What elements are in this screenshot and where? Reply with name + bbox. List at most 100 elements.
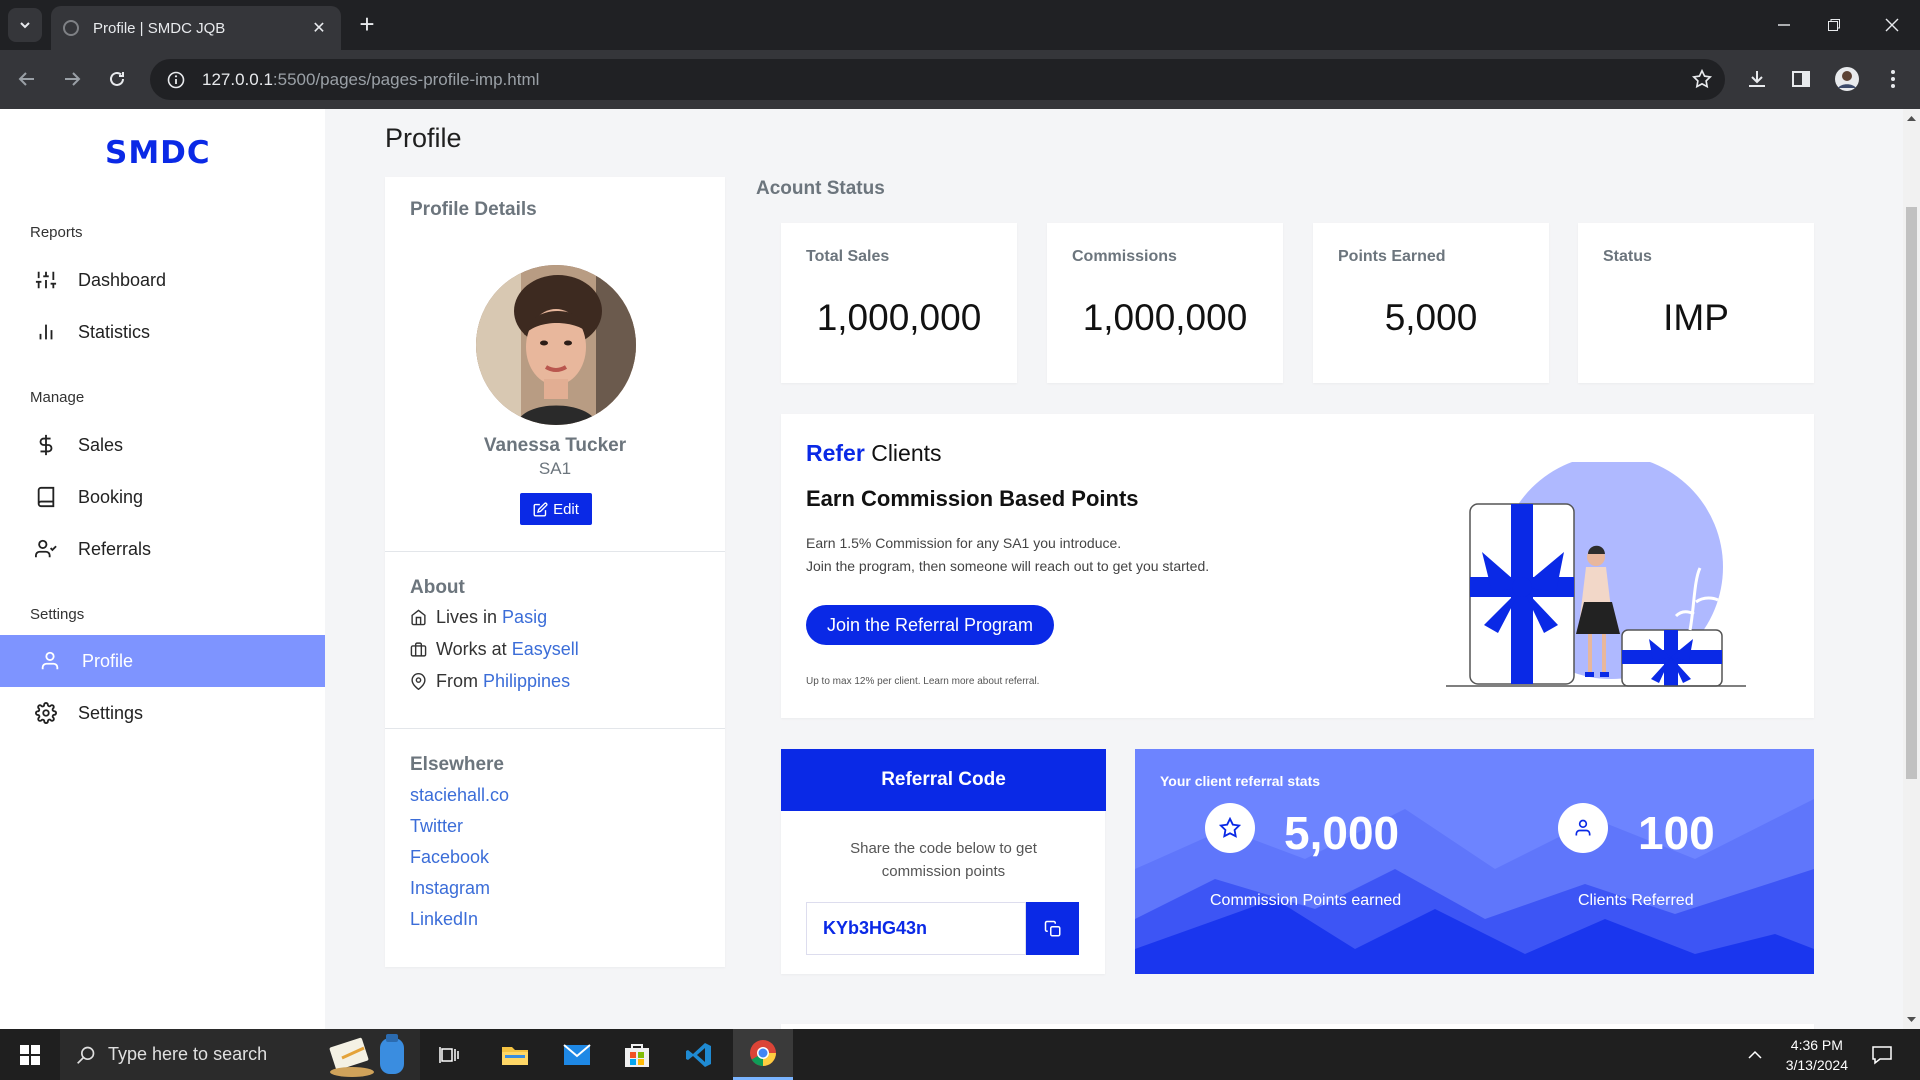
chrome-button[interactable] [733,1029,793,1080]
reload-button[interactable] [100,62,134,96]
referral-code-field[interactable]: KYb3HG43n [806,902,1026,955]
page-title: Profile [385,123,462,153]
notifications-button[interactable] [1862,1029,1902,1080]
address-bar[interactable]: 127.0.0.1:5500/pages/pages-profile-imp.h… [150,59,1725,100]
refer-clients-card: Refer Clients Earn Commission Based Poin… [781,414,1814,718]
user-check-icon [34,537,58,561]
url-host: 127.0.0.1 [202,69,273,89]
about-link-philippines[interactable]: Philippines [483,671,570,692]
stat-value: 5,000 [1384,297,1478,338]
minimize-icon [1778,24,1790,26]
profile-details-card: Profile Details Vanessa Tucker SA1 Edit … [385,177,725,967]
search-icon [77,1046,95,1064]
task-view-icon [439,1046,459,1063]
commission-points-value: 5,000 [1284,807,1400,859]
browser-menu-button[interactable] [1876,62,1910,96]
about-from: From Philippines [410,671,570,692]
referral-stats-title: Your client referral stats [1160,773,1321,789]
scrollbar-thumb[interactable] [1906,207,1917,779]
back-button[interactable] [10,62,44,96]
join-referral-program-button[interactable]: Join the Referral Program [806,605,1054,645]
refer-line-2: Join the program, then someone will reac… [806,558,1210,574]
forward-button[interactable] [55,62,89,96]
section-title-settings: Settings [30,606,85,623]
tray-chevron-up[interactable] [1737,1029,1773,1080]
account-status-title: Acount Status [756,178,885,199]
sidebar-item-label: Profile [82,650,134,671]
tab-title: Profile | SMDC JQB [93,19,226,37]
sidebar-item-label: Referrals [78,538,152,559]
minimize-button[interactable] [1760,0,1808,50]
copy-code-button[interactable] [1026,902,1079,955]
dollar-icon [34,433,58,457]
link-website[interactable]: staciehall.co [410,785,509,806]
mail-icon [563,1043,591,1065]
sidebar-item-booking[interactable]: Booking [0,471,325,523]
about-link-easysell[interactable]: Easysell [512,639,579,660]
about-works-at: Works at Easysell [410,639,579,660]
bookmark-star-icon[interactable] [1691,68,1713,95]
link-instagram[interactable]: Instagram [410,878,490,899]
sidebar-item-statistics[interactable]: Statistics [0,306,325,358]
arrow-left-icon [18,72,34,86]
sidebar-item-profile[interactable]: Profile [0,635,325,687]
about-prefix: Works at [436,639,507,659]
stat-card-points-earned: Points Earned 5,000 [1313,223,1549,383]
about-prefix: From [436,671,478,691]
sidebar-item-settings[interactable]: Settings [0,687,325,739]
referral-code-desc-line-1: Share the code below to get [850,840,1037,857]
profile-role: SA1 [538,459,572,478]
book-icon [34,485,58,509]
close-tab-icon[interactable]: ✕ [309,18,329,38]
link-twitter[interactable]: Twitter [410,816,463,837]
elsewhere-title: Elsewhere [410,754,504,775]
sidebar-item-dashboard[interactable]: Dashboard [0,254,325,306]
page-scrollbar[interactable] [1903,109,1920,1029]
scroll-down-icon[interactable] [1903,1013,1920,1027]
store-button[interactable] [612,1029,662,1080]
tab-search-button[interactable] [8,8,42,42]
close-icon [1885,18,1899,32]
avatar-icon [1835,67,1859,91]
side-panel-button[interactable] [1784,62,1818,96]
smdc-logo[interactable]: SMDC [105,135,211,171]
stat-label: Points Earned [1338,248,1446,265]
task-view-button[interactable] [430,1029,470,1080]
profile-details-title: Profile Details [410,199,537,220]
new-tab-button[interactable]: + [352,10,382,40]
avatar [476,265,636,425]
vscode-button[interactable] [674,1029,724,1080]
restore-button[interactable] [1810,0,1858,50]
close-window-button[interactable] [1868,0,1916,50]
refer-heading: Refer Clients [806,440,942,467]
stat-label: Status [1603,248,1652,265]
clock-date: 3/13/2024 [1785,1057,1848,1073]
profile-avatar-button[interactable] [1830,62,1864,96]
system-clock[interactable]: 4:36 PM 3/13/2024 [1786,1035,1848,1075]
chevron-up-icon [1748,1050,1762,1059]
site-info-icon[interactable] [156,71,196,89]
windows-taskbar: Type here to search 4:36 PM 3/13/2024 [0,1029,1920,1080]
user-icon [1558,803,1608,853]
copy-icon [1044,920,1060,936]
kebab-menu-icon [1891,70,1895,88]
gear-icon [34,701,58,725]
browser-tab-active[interactable]: Profile | SMDC JQB ✕ [51,6,341,50]
section-title-reports: Reports [30,224,83,241]
downloads-button[interactable] [1740,62,1774,96]
sidebar-item-referrals[interactable]: Referrals [0,523,325,575]
about-link-pasig[interactable]: Pasig [502,607,547,628]
refer-heading-accent: Refer [806,440,865,466]
taskbar-search-box[interactable]: Type here to search [60,1029,420,1080]
link-facebook[interactable]: Facebook [410,847,489,868]
folder-icon [502,1046,528,1065]
start-button[interactable] [0,1029,60,1080]
about-prefix: Lives in [436,607,498,627]
link-linkedin[interactable]: LinkedIn [410,909,478,930]
file-explorer-button[interactable] [490,1029,540,1080]
edit-profile-button[interactable]: Edit [520,493,592,525]
scroll-up-icon[interactable] [1903,111,1920,125]
refer-subheading: Earn Commission Based Points [806,486,1139,511]
sidebar-item-sales[interactable]: Sales [0,419,325,471]
mail-button[interactable] [552,1029,602,1080]
